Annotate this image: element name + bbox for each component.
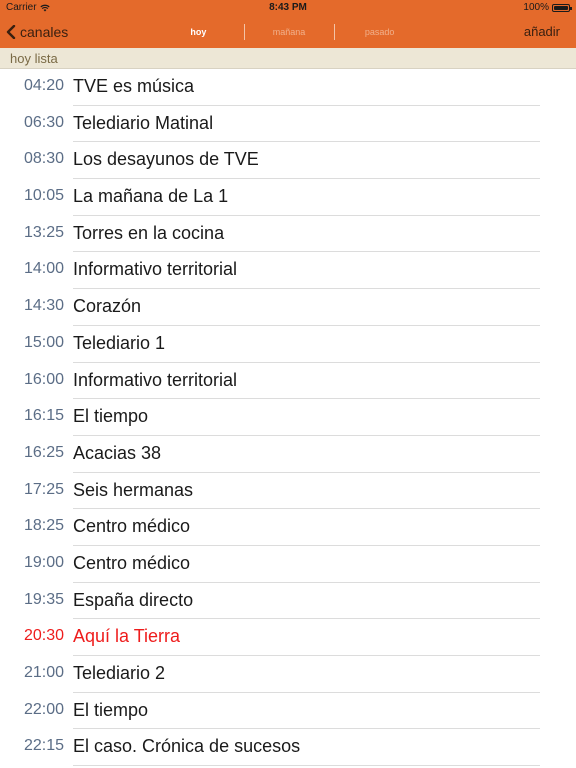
program-row[interactable]: 16:00 Informativo territorial bbox=[0, 363, 576, 400]
segment-hoy[interactable]: hoy bbox=[153, 22, 244, 42]
program-title: Telediario 1 bbox=[73, 332, 166, 353]
program-title: Seis hermanas bbox=[73, 479, 194, 500]
segment-pasado[interactable]: pasado bbox=[334, 22, 425, 42]
segment-manana[interactable]: mañana bbox=[243, 22, 335, 42]
program-time: 22:15 bbox=[23, 737, 64, 755]
program-time: 16:00 bbox=[23, 370, 64, 388]
program-title: Informativo territorial bbox=[73, 369, 238, 390]
program-title: Centro médico bbox=[73, 516, 191, 537]
program-time: 22:00 bbox=[23, 700, 64, 718]
program-time: 21:00 bbox=[23, 664, 64, 681]
day-segmented-control: hoy mañana pasado bbox=[153, 22, 425, 42]
program-title: Corazón bbox=[73, 296, 142, 317]
program-title: Telediario 2 bbox=[73, 663, 166, 683]
program-row[interactable]: 20:30 Aquí la Tierra bbox=[0, 619, 576, 656]
program-title: La mañana de La 1 bbox=[73, 186, 229, 207]
program-time: 06:30 bbox=[23, 113, 64, 131]
back-button-label: canales bbox=[20, 24, 69, 40]
program-list: 04:20 TVE es música 06:30 Telediario Matina… bbox=[0, 69, 576, 766]
program-row[interactable]: 22:00 El tiempo bbox=[0, 693, 576, 730]
program-time: 08:30 bbox=[23, 150, 64, 168]
program-row[interactable]: 18:25 Centro médico bbox=[0, 509, 576, 546]
program-time: 17:25 bbox=[23, 480, 64, 498]
program-row[interactable]: 17:25 Seis hermanas bbox=[0, 473, 576, 510]
program-time: 19:00 bbox=[23, 553, 64, 571]
chevron-left-icon bbox=[6, 24, 16, 40]
program-row[interactable]: 16:25 Acacias 38 bbox=[0, 436, 576, 473]
program-row[interactable]: 04:20 TVE es música bbox=[0, 69, 576, 106]
program-title: Torres en la cocina bbox=[73, 222, 225, 243]
program-row[interactable]: 19:35 España directo bbox=[0, 583, 576, 620]
program-row[interactable]: 21:00 Telediario 2 bbox=[0, 656, 576, 693]
program-title: Telediario Matinal bbox=[73, 112, 214, 133]
program-time: 10:05 bbox=[23, 187, 64, 205]
program-time: 14:30 bbox=[23, 297, 64, 315]
program-row[interactable]: 22:15 El caso. Crónica de sucesos bbox=[0, 729, 576, 766]
app-screen: Carrier 8:43 PM 100% canales hoy mañana … bbox=[0, 0, 576, 768]
program-title: Informativo territorial bbox=[73, 259, 238, 280]
program-title: TVE es música bbox=[73, 76, 195, 96]
program-row[interactable]: 08:30 Los desayunos de TVE bbox=[0, 142, 576, 179]
program-title: El caso. Crónica de sucesos bbox=[73, 736, 301, 757]
program-row[interactable]: 14:00 Informativo territorial bbox=[0, 252, 576, 289]
navigation-bar: canales hoy mañana pasado añadir bbox=[0, 16, 576, 48]
status-bar: Carrier 8:43 PM 100% bbox=[0, 0, 576, 16]
program-row[interactable]: 06:30 Telediario Matinal bbox=[0, 106, 576, 143]
program-time: 15:00 bbox=[23, 333, 64, 351]
program-time: 20:30 bbox=[23, 627, 64, 645]
program-row[interactable]: 13:25 Torres en la cocina bbox=[0, 216, 576, 253]
section-header: hoy lista bbox=[0, 48, 576, 69]
program-title: El tiempo bbox=[73, 406, 149, 427]
program-time: 19:35 bbox=[23, 590, 64, 608]
program-row[interactable]: 14:30 Corazón bbox=[0, 289, 576, 326]
status-battery: 100% bbox=[523, 2, 572, 13]
program-title: Aquí la Tierra bbox=[73, 626, 181, 647]
add-button[interactable]: añadir bbox=[524, 22, 560, 42]
back-button[interactable]: canales bbox=[6, 22, 68, 42]
program-time: 04:20 bbox=[23, 77, 64, 94]
section-title: hoy lista bbox=[10, 51, 58, 66]
program-row[interactable]: 10:05 La mañana de La 1 bbox=[0, 179, 576, 216]
top-bar: Carrier 8:43 PM 100% canales hoy mañana … bbox=[0, 0, 576, 48]
program-row[interactable]: 16:15 El tiempo bbox=[0, 399, 576, 436]
program-title: Los desayunos de TVE bbox=[73, 149, 259, 170]
program-time: 16:25 bbox=[23, 443, 64, 461]
program-time: 16:15 bbox=[23, 407, 64, 425]
program-title: España directo bbox=[73, 589, 194, 610]
program-row[interactable]: 19:00 Centro médico bbox=[0, 546, 576, 583]
program-title: Centro médico bbox=[73, 552, 191, 573]
program-time: 13:25 bbox=[23, 223, 64, 241]
program-time: 14:00 bbox=[23, 260, 64, 278]
program-title: Acacias 38 bbox=[73, 442, 162, 463]
battery-icon bbox=[552, 3, 572, 12]
status-time: 8:43 PM bbox=[269, 2, 307, 13]
program-time: 18:25 bbox=[23, 517, 64, 535]
program-row[interactable]: 15:00 Telediario 1 bbox=[0, 326, 576, 363]
program-title: El tiempo bbox=[73, 699, 149, 720]
battery-percent: 100% bbox=[523, 2, 549, 13]
